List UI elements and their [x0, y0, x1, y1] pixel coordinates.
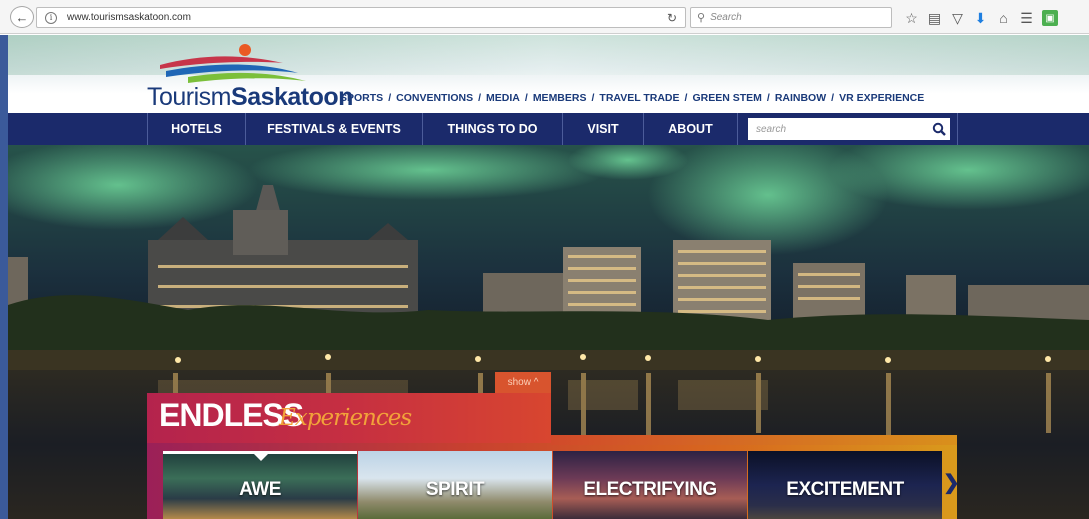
- endless-experiences-banner: ENDLESS Experiences: [147, 393, 551, 443]
- pocket-icon[interactable]: ▽: [946, 8, 969, 28]
- top-nav-separator: /: [591, 92, 595, 104]
- reading-list-icon[interactable]: ▤: [923, 8, 946, 28]
- reload-icon[interactable]: ↻: [667, 11, 677, 25]
- tile-active-marker-icon: [251, 451, 271, 461]
- top-nav-separator: /: [831, 92, 835, 104]
- main-nav: HOTELS FESTIVALS & EVENTS THINGS TO DO V…: [8, 113, 1089, 145]
- experience-tiles: AWE SPIRIT ELECTRIFYING EXCITEMENT: [163, 451, 943, 519]
- site-search-input[interactable]: search: [748, 118, 950, 140]
- site-logo-text[interactable]: TourismSaskatoon: [147, 83, 353, 112]
- home-icon[interactable]: ⌂: [992, 8, 1015, 28]
- main-nav-about[interactable]: ABOUT: [643, 113, 738, 145]
- promo-strip-accent: [551, 435, 957, 445]
- search-icon: ⚲: [697, 12, 706, 24]
- bookmark-star-icon[interactable]: ☆: [900, 8, 923, 28]
- top-nav-members[interactable]: MEMBERS: [533, 92, 587, 104]
- site-search-placeholder: search: [756, 123, 787, 135]
- menu-icon[interactable]: ☰: [1015, 8, 1038, 28]
- main-nav-festivals-events[interactable]: FESTIVALS & EVENTS: [245, 113, 422, 145]
- tile-excitement[interactable]: EXCITEMENT: [748, 451, 942, 519]
- search-icon[interactable]: [928, 122, 950, 136]
- page-left-border: [0, 35, 8, 519]
- url-text: www.tourismsaskatoon.com: [67, 12, 191, 23]
- logo-word-saskatoon: Saskatoon: [231, 83, 353, 111]
- top-nav-conventions[interactable]: CONVENTIONS: [396, 92, 473, 104]
- top-nav-green-stem[interactable]: GREEN STEM: [692, 92, 761, 104]
- browser-search-placeholder: Search: [710, 12, 742, 23]
- tile-label: EXCITEMENT: [786, 479, 904, 500]
- top-nav-separator: /: [684, 92, 688, 104]
- top-nav-separator: /: [478, 92, 482, 104]
- toolbar-icons: ☆ ▤ ▽ ⬇ ⌂ ☰ ▣: [900, 8, 1058, 28]
- download-icon[interactable]: ⬇: [969, 8, 992, 28]
- back-arrow-icon: ←: [15, 9, 29, 25]
- back-button[interactable]: ←: [10, 6, 34, 28]
- nav-divider: [957, 113, 958, 145]
- show-toggle-button[interactable]: show ^: [495, 372, 551, 393]
- top-nav-media[interactable]: MEDIA: [486, 92, 520, 104]
- top-nav-separator: /: [388, 92, 392, 104]
- web-page: TourismSaskatoon SPORTS / CONVENTIONS / ME…: [0, 35, 1089, 519]
- next-arrow-icon[interactable]: ❯: [943, 470, 960, 495]
- info-icon[interactable]: i: [45, 11, 57, 24]
- browser-toolbar: ← i www.tourismsaskatoon.com ↻ ⚲ Search …: [0, 0, 1089, 34]
- top-nav-travel-trade[interactable]: TRAVEL TRADE: [599, 92, 679, 104]
- top-nav-separator: /: [524, 92, 528, 104]
- url-bar[interactable]: i www.tourismsaskatoon.com ↻: [36, 7, 686, 28]
- tile-electrifying[interactable]: ELECTRIFYING: [553, 451, 747, 519]
- tile-label: SPIRIT: [425, 479, 485, 500]
- main-nav-visit[interactable]: VISIT: [562, 113, 643, 145]
- tile-awe[interactable]: AWE: [163, 451, 357, 519]
- top-nav-separator: /: [766, 92, 770, 104]
- tile-label: AWE: [239, 479, 281, 500]
- top-nav-sports[interactable]: SPORTS: [340, 92, 383, 104]
- top-nav-rainbow[interactable]: RAINBOW: [775, 92, 826, 104]
- tile-spirit[interactable]: SPIRIT: [358, 451, 552, 519]
- top-nav-vr-experience[interactable]: VR EXPERIENCE: [839, 92, 924, 104]
- banner-title-experiences: Experiences: [279, 405, 412, 431]
- main-nav-hotels[interactable]: HOTELS: [147, 113, 245, 145]
- top-nav: SPORTS / CONVENTIONS / MEDIA / MEMBERS / TRA…: [340, 92, 924, 104]
- browser-search-input[interactable]: ⚲ Search: [690, 7, 892, 28]
- tile-label: ELECTRIFYING: [583, 479, 717, 500]
- logo-word-tourism: Tourism: [147, 83, 232, 111]
- main-nav-things-to-do[interactable]: THINGS TO DO: [422, 113, 562, 145]
- extension-icon[interactable]: ▣: [1042, 10, 1058, 26]
